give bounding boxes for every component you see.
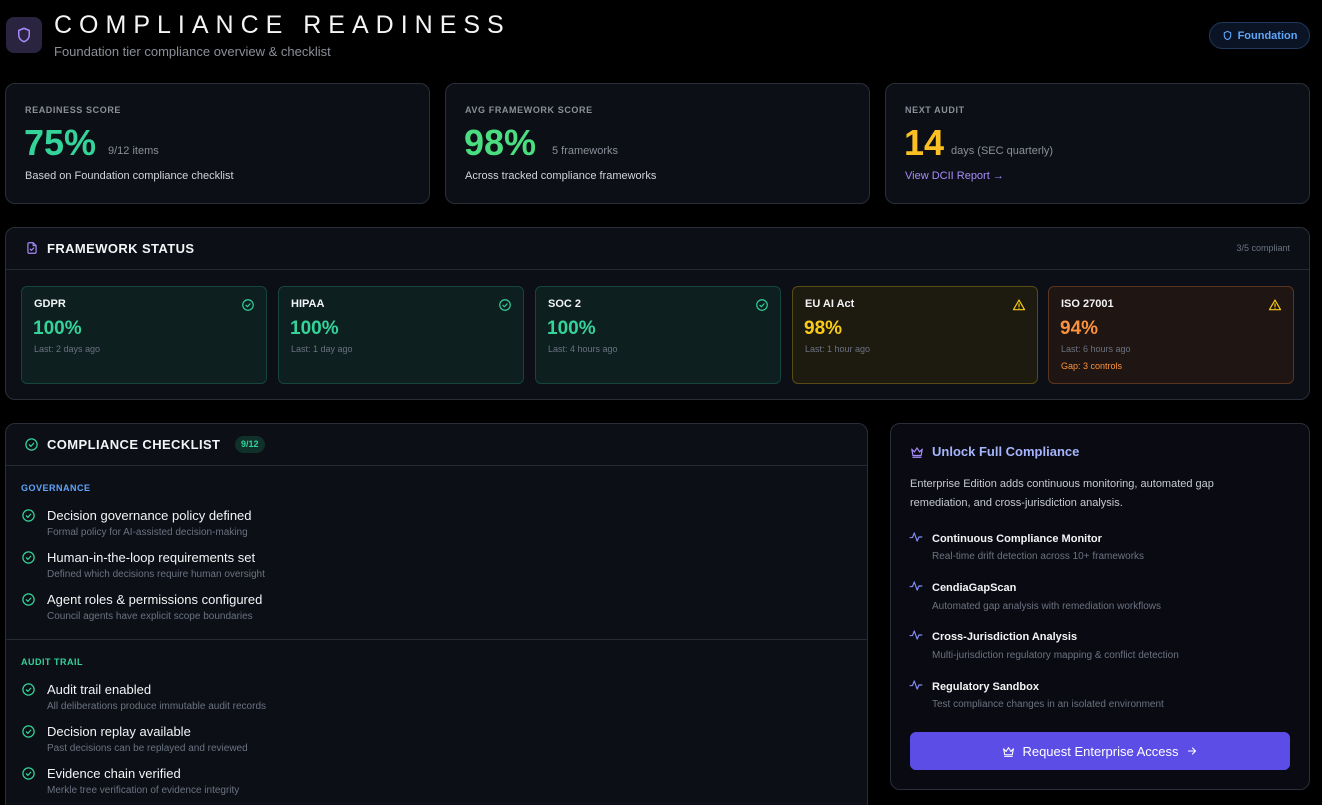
framework-tile-hipaa[interactable]: HIPAA 100% Last: 1 day ago — [278, 286, 524, 384]
activity-icon — [909, 680, 923, 690]
checklist-item-desc: Defined which decisions require human ov… — [47, 569, 265, 580]
checklist-item-title: Evidence chain verified — [47, 766, 181, 781]
framework-name: ISO 27001 — [1061, 298, 1114, 310]
next-audit-value: 14 — [904, 122, 945, 163]
tier-badge-label: Foundation — [1237, 29, 1298, 42]
document-check-icon — [27, 242, 37, 254]
framework-last-checked: Last: 1 day ago — [291, 344, 353, 354]
activity-icon — [909, 532, 923, 542]
divider — [6, 269, 1309, 270]
feature-desc: Multi-jurisdiction regulatory mapping & … — [932, 650, 1179, 661]
framework-last-checked: Last: 6 hours ago — [1061, 344, 1131, 354]
divider — [6, 639, 867, 640]
checklist-item-desc: Past decisions can be replayed and revie… — [47, 743, 248, 754]
activity-icon — [909, 630, 923, 640]
shield-logo — [6, 17, 42, 53]
stat-label: NEXT AUDIT — [905, 105, 965, 115]
framework-last-checked: Last: 1 hour ago — [805, 344, 871, 354]
stat-label: READINESS SCORE — [25, 105, 122, 115]
shield-icon — [18, 27, 30, 43]
framework-tile-eu-ai-act[interactable]: EU AI Act 98% Last: 1 hour ago — [792, 286, 1038, 384]
framework-score-value: 98% — [464, 122, 537, 163]
page-header: COMPLIANCE READINESS Foundation tier com… — [0, 0, 1322, 72]
stat-desc: Across tracked compliance frameworks — [465, 170, 657, 182]
checklist-item-desc: Merkle tree verification of evidence int… — [47, 785, 240, 796]
feature-title: Continuous Compliance Monitor — [932, 533, 1102, 545]
stat-label: AVG FRAMEWORK SCORE — [465, 105, 593, 115]
framework-last-checked: Last: 2 days ago — [34, 344, 101, 354]
checklist-item-title: Decision replay available — [47, 724, 191, 739]
framework-name: SOC 2 — [548, 298, 582, 310]
feature-title: Regulatory Sandbox — [932, 681, 1039, 693]
feature-title: CendiaGapScan — [932, 582, 1017, 594]
feature-desc: Test compliance changes in an isolated e… — [932, 699, 1164, 710]
feature-title: Cross-Jurisdiction Analysis — [932, 631, 1078, 643]
framework-tile-iso-27001[interactable]: ISO 27001 94% Last: 6 hours ago Gap: 3 c… — [1048, 286, 1294, 384]
warning-triangle-icon — [1268, 299, 1282, 311]
upsell-description-line-1: Enterprise Edition adds continuous monit… — [910, 478, 1214, 490]
framework-score: 100% — [290, 318, 339, 339]
check-circle-icon — [22, 551, 35, 564]
checklist-item-title: Audit trail enabled — [47, 682, 152, 697]
divider — [6, 465, 867, 466]
check-circle-icon — [25, 438, 38, 451]
framework-last-checked: Last: 4 hours ago — [548, 344, 618, 354]
check-circle-icon — [22, 767, 35, 780]
crown-icon — [911, 447, 923, 458]
tier-badge[interactable]: Foundation — [1209, 22, 1310, 49]
crown-icon — [1003, 746, 1015, 757]
checklist-item-title: Agent roles & permissions configured — [47, 592, 263, 607]
checklist-count-badge: 9/12 — [235, 436, 265, 453]
framework-score: 100% — [33, 318, 82, 339]
framework-name: EU AI Act — [805, 298, 855, 310]
warning-triangle-icon — [1012, 299, 1026, 311]
feature-desc: Automated gap analysis with remediation … — [932, 601, 1161, 612]
framework-status-title: FRAMEWORK STATUS — [47, 241, 195, 256]
activity-icon — [909, 581, 923, 591]
cta-label: Request Enterprise Access — [1022, 743, 1179, 759]
shield-icon — [1223, 30, 1231, 41]
checklist-item-desc: Formal policy for AI-assisted decision-m… — [47, 527, 248, 538]
stat-sub: 9/12 items — [108, 145, 159, 157]
checklist-title: COMPLIANCE CHECKLIST — [47, 437, 221, 452]
check-circle-icon — [22, 683, 35, 696]
checklist-item-desc: Council agents have explicit scope bound… — [47, 611, 253, 622]
stat-desc: Based on Foundation compliance checklist — [25, 170, 234, 182]
page-subtitle: Foundation tier compliance overview & ch… — [54, 44, 331, 59]
check-circle-icon — [22, 509, 35, 522]
readiness-score-value: 75% — [24, 122, 97, 163]
feature-desc: Real-time drift detection across 10+ fra… — [932, 551, 1145, 562]
upsell-description-line-2: remediation, and cross-jurisdiction anal… — [910, 497, 1123, 509]
request-enterprise-access-button[interactable]: Request Enterprise Access — [910, 732, 1290, 770]
framework-score-card: AVG FRAMEWORK SCORE 98% 5 frameworks Acr… — [445, 83, 870, 204]
checklist-item-desc: All deliberations produce immutable audi… — [47, 701, 267, 712]
framework-name: HIPAA — [291, 298, 325, 310]
framework-gap: Gap: 3 controls — [1061, 361, 1123, 371]
check-circle-icon — [499, 299, 511, 311]
check-circle-icon — [22, 725, 35, 738]
framework-score: 98% — [804, 318, 843, 339]
view-dcii-report-link[interactable]: View DCII Report → — [905, 170, 1004, 182]
page-title: COMPLIANCE READINESS — [54, 11, 511, 39]
framework-compliant-count: 3/5 compliant — [1236, 243, 1290, 253]
arrow-right-icon — [1187, 747, 1196, 755]
check-circle-icon — [756, 299, 768, 311]
category-governance: GOVERNANCE — [21, 483, 91, 493]
readiness-score-card: READINESS SCORE 75% 9/12 items Based on … — [5, 83, 430, 204]
checklist-item-title: Decision governance policy defined — [47, 508, 252, 523]
check-circle-icon — [242, 299, 254, 311]
stat-sub: days (SEC quarterly) — [951, 145, 1054, 157]
next-audit-card: NEXT AUDIT 14 days (SEC quarterly) View … — [885, 83, 1310, 204]
checklist-item-title: Human-in-the-loop requirements set — [47, 550, 256, 565]
stat-sub: 5 frameworks — [552, 145, 619, 157]
framework-score: 100% — [547, 318, 596, 339]
category-audit-trail: AUDIT TRAIL — [21, 657, 83, 667]
framework-name: GDPR — [34, 298, 66, 310]
upsell-title: Unlock Full Compliance — [932, 444, 1080, 459]
framework-score: 94% — [1060, 318, 1099, 339]
framework-tile-soc2[interactable]: SOC 2 100% Last: 4 hours ago — [535, 286, 781, 384]
framework-tile-gdpr[interactable]: GDPR 100% Last: 2 days ago — [21, 286, 267, 384]
check-circle-icon — [22, 593, 35, 606]
